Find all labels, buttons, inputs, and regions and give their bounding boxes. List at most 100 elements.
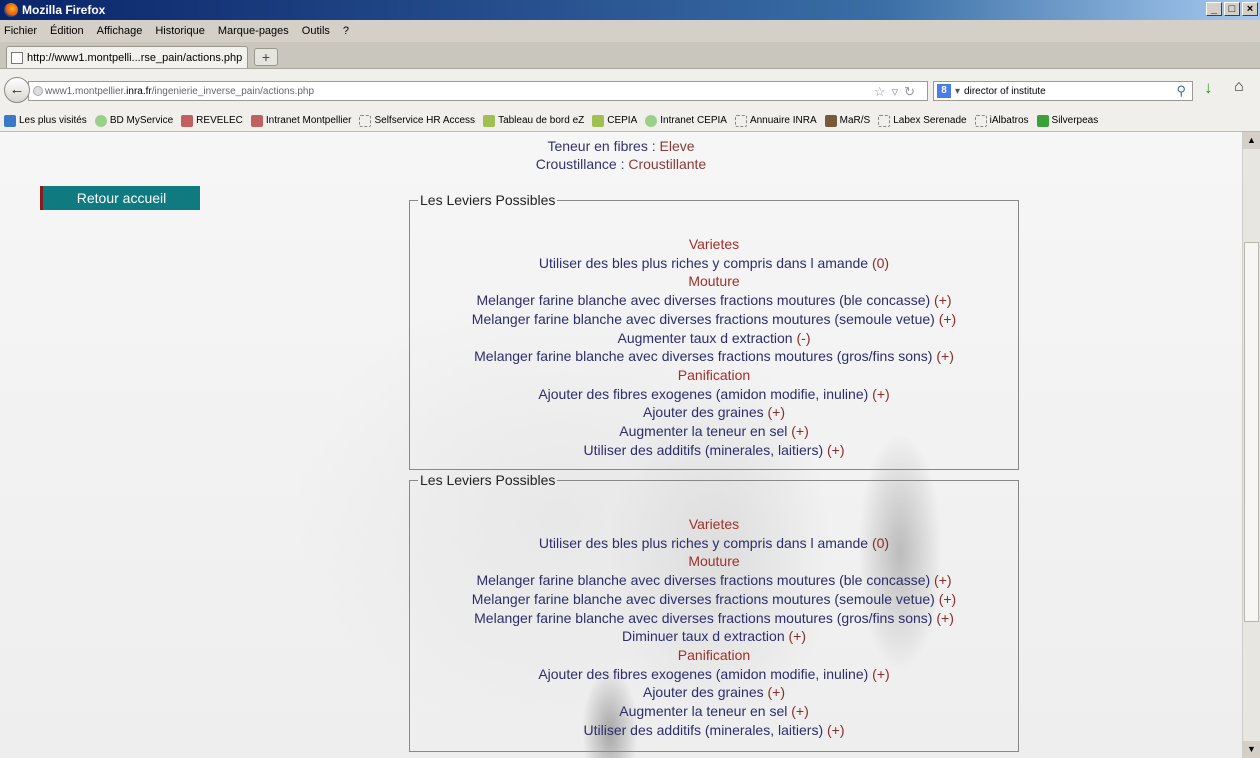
- globe-icon: [645, 114, 658, 127]
- url-path: /ingenierie_inverse_pain/actions.php: [151, 85, 315, 97]
- scrollbar-thumb[interactable]: [1244, 242, 1259, 622]
- lever-effect-sign: (+): [938, 310, 957, 327]
- bookmark-tableau-de-bord[interactable]: Tableau de bord eZ: [483, 114, 584, 127]
- navigation-toolbar: www1.montpellier. inra.fr/ingenierie_inve…: [0, 68, 1260, 110]
- search-engine-icon[interactable]: 8: [937, 84, 951, 98]
- minimize-button[interactable]: _: [1206, 2, 1222, 16]
- scroll-down-button[interactable]: ▼: [1243, 741, 1260, 758]
- croustillance-line: Croustillance : Croustillante: [535, 156, 707, 172]
- menu-fichier[interactable]: Fichier: [4, 25, 37, 37]
- lever-category: Mouture: [688, 273, 740, 290]
- page-icon: [878, 114, 891, 127]
- lever-action: Utiliser des bles plus riches y compris …: [410, 254, 1018, 273]
- inra-icon: [592, 114, 605, 127]
- window-titlebar: Mozilla Firefox _ □ ×: [0, 0, 1260, 20]
- lever-effect-sign: (+): [827, 721, 845, 738]
- lever-action: Ajouter des graines (+): [410, 683, 1018, 702]
- bookmark-silverpeas[interactable]: Silverpeas: [1036, 114, 1098, 127]
- lever-category: Varietes: [688, 516, 740, 532]
- inra-icon: [250, 114, 263, 127]
- leviers-box-2: Les Leviers Possibles Varietes Utiliser d…: [409, 472, 1019, 752]
- scroll-up-button[interactable]: ▲: [1243, 132, 1260, 149]
- lever-effect-sign: (0): [871, 254, 890, 271]
- lever-action-text: Utiliser des bles plus riches y compris …: [538, 254, 869, 271]
- window-title: Mozilla Firefox: [22, 3, 106, 17]
- menu-marque-pages[interactable]: Marque-pages: [218, 25, 289, 37]
- globe-icon: [33, 86, 43, 96]
- bookmark-les-plus-visites[interactable]: Les plus visités: [4, 114, 87, 127]
- bookmark-annuaire-inra[interactable]: Annuaire INRA: [734, 114, 817, 127]
- lever-action: Melanger farine blanche avec diverses fr…: [410, 291, 1018, 310]
- page-icon: [974, 114, 987, 127]
- lever-action: Ajouter des graines (+): [410, 403, 1018, 422]
- bookmark-mars[interactable]: MaR/S: [824, 114, 870, 127]
- bookmark-intranet-cepia[interactable]: Intranet CEPIA: [645, 114, 727, 127]
- lever-effect-sign: (+): [936, 609, 954, 626]
- lever-action-text: Diminuer taux d extraction: [621, 628, 785, 645]
- lever-effect-sign: (+): [767, 404, 786, 421]
- mars-icon: [824, 114, 837, 127]
- bookmark-star-icon[interactable]: ☆: [874, 84, 892, 99]
- retour-accueil-button[interactable]: Retour accueil: [40, 186, 200, 210]
- lever-action: Augmenter taux d extraction (-): [410, 329, 1018, 348]
- search-icon[interactable]: ⚲: [1176, 83, 1186, 99]
- close-button[interactable]: ×: [1242, 2, 1258, 16]
- lever-effect-sign: (+): [791, 423, 809, 440]
- tab-actions-page[interactable]: http://www1.montpelli...rse_pain/actions…: [6, 46, 248, 68]
- tab-label: http://www1.montpelli...rse_pain/actions…: [27, 51, 243, 64]
- lever-action-text: Melanger farine blanche avec diverses fr…: [476, 572, 931, 589]
- bookmark-selfservice-hr[interactable]: Selfservice HR Access: [359, 114, 475, 127]
- lever-effect-sign: (+): [872, 665, 890, 682]
- page-content: Teneur en fibres : Eleve Croustillance :…: [0, 132, 1242, 758]
- lever-action-text: Melanger farine blanche avec diverses fr…: [474, 348, 933, 365]
- lever-action-text: Melanger farine blanche avec diverses fr…: [471, 310, 935, 327]
- reload-icon[interactable]: ↻: [904, 84, 921, 99]
- lever-effect-sign: (+): [791, 703, 809, 720]
- lever-action-text: Augmenter la teneur en sel: [619, 703, 788, 720]
- bookmark-labex-serenade[interactable]: Labex Serenade: [878, 114, 967, 127]
- lever-action: Ajouter des fibres exogenes (amidon modi…: [410, 665, 1018, 684]
- url-actions: ☆▿↻: [874, 84, 921, 100]
- menu-edition[interactable]: Édition: [50, 25, 84, 37]
- search-dropdown-icon[interactable]: ▾: [955, 86, 960, 97]
- search-bar[interactable]: 8 ▾ director of institute ⚲: [933, 81, 1193, 101]
- vertical-scrollbar[interactable]: ▲ ▼: [1242, 132, 1260, 758]
- globe-icon: [94, 114, 107, 127]
- bookmark-cepia[interactable]: CEPIA: [592, 114, 637, 127]
- home-icon[interactable]: ⌂: [1234, 78, 1244, 96]
- lever-effect-sign: (-): [796, 329, 811, 346]
- search-input[interactable]: director of institute: [964, 86, 1046, 97]
- menu-help[interactable]: ?: [343, 25, 349, 37]
- bookmark-intranet-montpellier[interactable]: Intranet Montpellier: [250, 114, 351, 127]
- bookmark-revelec[interactable]: REVELEC: [181, 114, 243, 127]
- lever-action: Augmenter la teneur en sel (+): [410, 422, 1018, 441]
- folder-icon: [4, 114, 16, 127]
- menu-historique[interactable]: Historique: [155, 25, 205, 37]
- lever-effect-sign: (+): [934, 572, 952, 589]
- lever-action: Melanger farine blanche avec diverses fr…: [410, 609, 1018, 628]
- new-tab-button[interactable]: +: [254, 48, 278, 66]
- lever-category: Varietes: [688, 236, 740, 252]
- page-icon: [359, 114, 372, 127]
- bookmark-ialbatros[interactable]: iAlbatros: [974, 114, 1029, 127]
- dropdown-arrow-icon[interactable]: ▿: [892, 84, 905, 99]
- lever-action: Melanger farine blanche avec diverses fr…: [410, 571, 1018, 590]
- lever-action: Melanger farine blanche avec diverses fr…: [410, 347, 1018, 366]
- lever-effect-sign: (+): [936, 348, 954, 365]
- back-button[interactable]: ←: [4, 77, 30, 103]
- lever-action-text: Ajouter des graines: [642, 684, 764, 701]
- lever-category: Panification: [677, 646, 751, 663]
- lever-action: Utiliser des additifs (minerales, laitie…: [410, 721, 1018, 740]
- download-icon[interactable]: ↓: [1204, 78, 1213, 98]
- tab-bar: http://www1.montpelli...rse_pain/actions…: [0, 42, 1260, 68]
- url-bar[interactable]: www1.montpellier. inra.fr/ingenierie_inve…: [28, 81, 928, 101]
- maximize-button[interactable]: □: [1224, 2, 1240, 16]
- bookmark-bd-myservice[interactable]: BD MyService: [94, 114, 173, 127]
- lever-action-text: Utiliser des bles plus riches y compris …: [538, 534, 869, 551]
- menu-affichage[interactable]: Affichage: [97, 25, 143, 37]
- lever-effect-sign: (+): [827, 441, 845, 458]
- lever-effect-sign: (0): [871, 534, 890, 551]
- lever-effect-sign: (+): [767, 684, 786, 701]
- lever-action: Utiliser des additifs (minerales, laitie…: [410, 441, 1018, 460]
- menu-outils[interactable]: Outils: [302, 25, 330, 37]
